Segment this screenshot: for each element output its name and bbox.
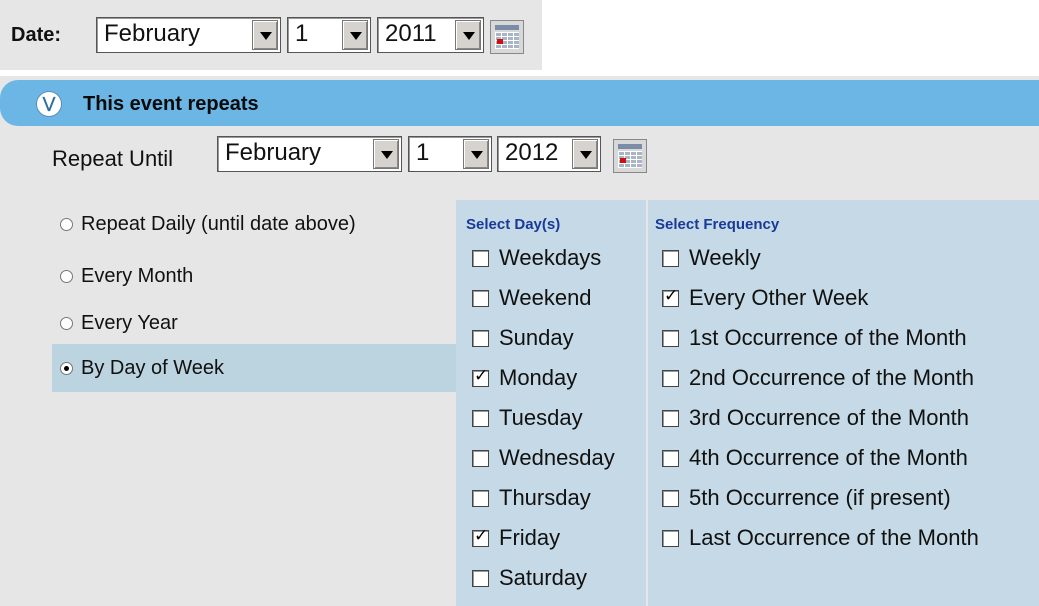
month-select-value: February [104,20,201,47]
checkbox-label: Weekdays [499,245,602,270]
checkbox-row-last-occurrence[interactable]: Last Occurrence of the Month [662,518,979,558]
checkbox[interactable] [662,449,679,467]
month-select[interactable]: February [96,17,281,53]
checkbox-row-thursday[interactable]: Thursday [472,478,591,518]
days-column-title: Select Day(s) [466,216,561,233]
checkbox-row-sunday[interactable]: Sunday [472,318,574,358]
dropdown-arrow-icon[interactable] [373,139,399,169]
repeat-until-month-select[interactable]: February [217,136,402,172]
frequency-column-title: Select Frequency [655,216,780,233]
checkbox[interactable] [472,329,489,347]
radio-button[interactable] [60,316,73,330]
checkbox[interactable] [472,569,489,587]
dropdown-arrow-icon[interactable] [463,139,489,169]
dropdown-arrow-icon[interactable] [455,20,481,50]
checkbox-label: Every Other Week [689,285,869,310]
checkbox-label: Wednesday [499,445,615,470]
checkbox-label: Monday [499,365,578,390]
checkbox-label: 1st Occurrence of the Month [689,325,967,350]
checkbox-row-wednesday[interactable]: Wednesday [472,438,615,478]
repeat-until-year-select[interactable]: 2012 [497,136,601,172]
radio-by-day-of-week[interactable]: By Day of Week [60,348,224,388]
repeat-until-label: Repeat Until [52,146,174,171]
double-chevron-down-icon[interactable]: ⋁ [36,91,62,117]
checkbox-row-weekdays[interactable]: Weekdays [472,238,601,278]
checkbox[interactable] [662,489,679,507]
checkbox-label: Saturday [499,565,588,590]
checkbox[interactable] [662,249,679,267]
repeat-until-year-value: 2012 [505,139,559,166]
checkbox[interactable] [472,289,489,307]
checkbox-label: 4th Occurrence of the Month [689,445,968,470]
checkbox-row-weekly[interactable]: Weekly [662,238,761,278]
checkbox[interactable] [472,409,489,427]
date-label: Date: [11,24,62,46]
checkbox-label: Friday [499,525,561,550]
dropdown-arrow-icon[interactable] [572,139,598,169]
dropdown-arrow-icon[interactable] [342,20,368,50]
checkbox-row-friday[interactable]: Friday [472,518,560,558]
radio-button[interactable] [60,269,73,283]
repeat-until-day-value: 1 [416,139,430,166]
checkbox[interactable] [472,526,489,547]
checkbox-row-4th-occurrence[interactable]: 4th Occurrence of the Month [662,438,968,478]
radio-label: Every Year [81,311,178,334]
checkbox[interactable] [662,329,679,347]
checkbox-row-3rd-occurrence[interactable]: 3rd Occurrence of the Month [662,398,969,438]
checkbox[interactable] [472,489,489,507]
radio-every-year[interactable]: Every Year [60,303,178,343]
checkbox-row-tuesday[interactable]: Tuesday [472,398,583,438]
checkbox-row-saturday[interactable]: Saturday [472,558,587,598]
checkbox-label: Sunday [499,325,574,350]
checkbox-label: 5th Occurrence (if present) [689,485,951,510]
checkbox[interactable] [472,366,489,387]
checkbox[interactable] [662,369,679,387]
radio-button[interactable] [60,361,73,375]
checkbox-row-1st-occurrence[interactable]: 1st Occurrence of the Month [662,318,967,358]
checkbox-label: Weekend [499,285,592,310]
year-select[interactable]: 2011 [377,17,484,53]
repeat-until-day-select[interactable]: 1 [408,136,492,172]
checkbox[interactable] [662,286,679,307]
checkbox-row-weekend[interactable]: Weekend [472,278,592,318]
day-select[interactable]: 1 [287,17,371,53]
checkbox-row-5th-occurrence[interactable]: 5th Occurrence (if present) [662,478,951,518]
day-select-value: 1 [295,20,309,47]
repeat-header-title: This event repeats [83,93,259,115]
checkbox-label: Last Occurrence of the Month [689,525,979,550]
calendar-icon[interactable] [490,20,524,54]
radio-label: Every Month [81,264,194,287]
checkbox-row-every-other-week[interactable]: Every Other Week [662,278,868,318]
repeat-until-month-value: February [225,139,322,166]
checkbox[interactable] [472,449,489,467]
calendar-icon[interactable] [613,139,647,173]
checkbox-label: 2nd Occurrence of the Month [689,365,974,390]
checkbox[interactable] [662,409,679,427]
year-select-value: 2011 [385,20,437,47]
radio-button[interactable] [60,217,73,231]
dropdown-arrow-icon[interactable] [252,20,278,50]
radio-every-month[interactable]: Every Month [60,256,193,296]
checkbox-label: Weekly [689,245,761,270]
checkbox-label: 3rd Occurrence of the Month [689,405,970,430]
checkbox-label: Tuesday [499,405,583,430]
checkbox[interactable] [472,249,489,267]
checkbox-row-monday[interactable]: Monday [472,358,577,398]
radio-label: By Day of Week [81,356,225,379]
checkbox-label: Thursday [499,485,591,510]
checkbox[interactable] [662,529,679,547]
checkbox-row-2nd-occurrence[interactable]: 2nd Occurrence of the Month [662,358,974,398]
radio-repeat-daily[interactable]: Repeat Daily (until date above) [60,204,356,244]
column-divider [646,200,648,606]
radio-label: Repeat Daily (until date above) [81,212,356,235]
